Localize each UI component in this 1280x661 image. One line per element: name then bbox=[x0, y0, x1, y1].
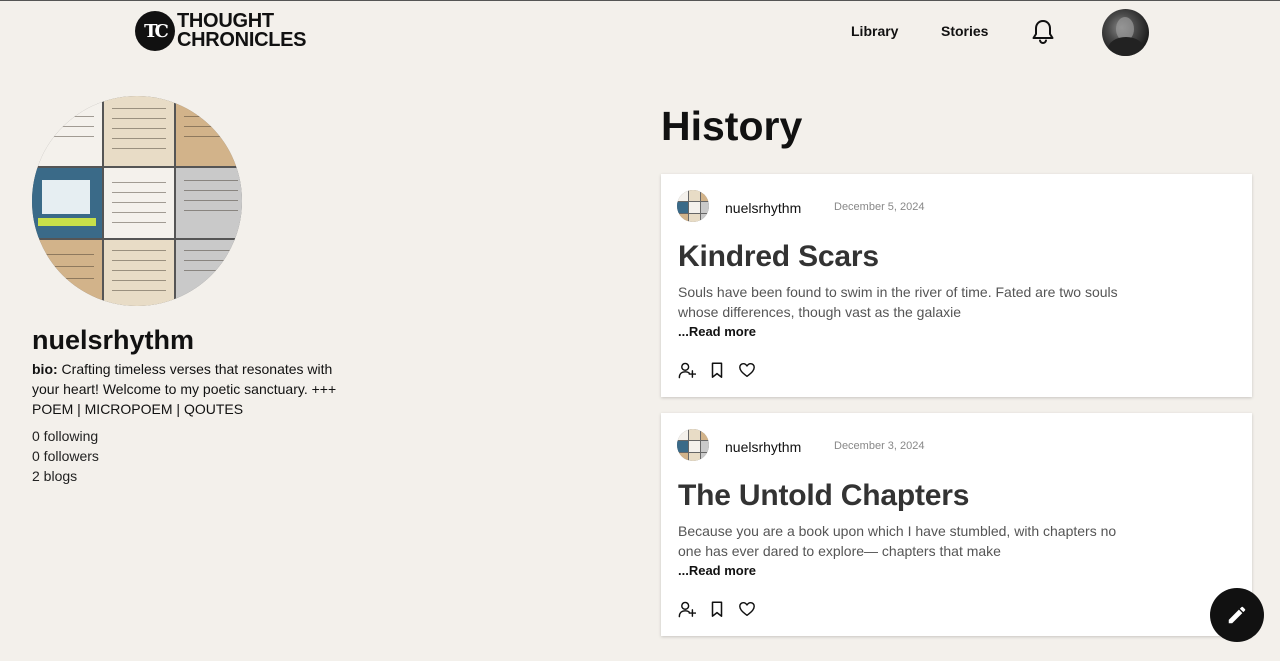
logo-text: THOUGHT CHRONICLES bbox=[177, 11, 307, 51]
card-actions bbox=[678, 600, 756, 618]
nav-library-link[interactable]: Library bbox=[851, 23, 898, 39]
card-excerpt: Because you are a book upon which I have… bbox=[678, 523, 1117, 559]
pencil-icon bbox=[1228, 606, 1246, 624]
profile-bio: bio: Crafting timeless verses that reson… bbox=[32, 359, 342, 419]
nav-stories-link[interactable]: Stories bbox=[941, 23, 988, 39]
add-user-icon[interactable] bbox=[678, 600, 696, 618]
profile-username: nuelsrhythm bbox=[32, 325, 195, 355]
card-author[interactable]: nuelsrhythm bbox=[725, 439, 801, 455]
read-more-link[interactable]: ...Read more bbox=[678, 563, 756, 578]
profile-stats: 0 following 0 followers 2 blogs bbox=[32, 426, 99, 486]
card-actions bbox=[678, 361, 756, 379]
profile-picture bbox=[32, 96, 242, 306]
bio-text: Crafting timeless verses that resonates … bbox=[32, 361, 337, 417]
bio-label: bio: bbox=[32, 361, 58, 377]
card-excerpt: Souls have been found to swim in the riv… bbox=[678, 284, 1118, 320]
user-avatar[interactable] bbox=[1102, 9, 1149, 56]
add-user-icon[interactable] bbox=[678, 361, 696, 379]
logo-line-2: CHRONICLES bbox=[177, 29, 307, 51]
avatar-body bbox=[1108, 37, 1144, 56]
read-more-link[interactable]: ...Read more bbox=[678, 324, 756, 339]
blog-card[interactable]: nuelsrhythm December 3, 2024 The Untold … bbox=[661, 413, 1252, 636]
card-date: December 5, 2024 bbox=[834, 201, 925, 213]
following-count[interactable]: 0 following bbox=[32, 426, 99, 446]
bookmark-icon[interactable] bbox=[708, 600, 726, 618]
logo-mark-icon: TC bbox=[135, 11, 175, 51]
site-logo[interactable]: TC THOUGHT CHRONICLES bbox=[135, 11, 307, 51]
blog-card[interactable]: nuelsrhythm December 5, 2024 Kindred Sca… bbox=[661, 174, 1252, 397]
author-avatar[interactable] bbox=[677, 190, 709, 222]
card-author[interactable]: nuelsrhythm bbox=[725, 200, 801, 216]
followers-count[interactable]: 0 followers bbox=[32, 446, 99, 466]
heart-icon[interactable] bbox=[738, 600, 756, 618]
write-post-button[interactable] bbox=[1210, 588, 1264, 642]
bell-icon[interactable] bbox=[1031, 19, 1055, 45]
card-title[interactable]: The Untold Chapters bbox=[678, 479, 969, 513]
card-date: December 3, 2024 bbox=[834, 440, 925, 452]
author-avatar[interactable] bbox=[677, 429, 709, 461]
top-navbar: TC THOUGHT CHRONICLES Library Stories bbox=[0, 1, 1280, 63]
heart-icon[interactable] bbox=[738, 361, 756, 379]
bookmark-icon[interactable] bbox=[708, 361, 726, 379]
history-heading: History bbox=[661, 103, 803, 149]
card-title[interactable]: Kindred Scars bbox=[678, 240, 879, 274]
blogs-count: 2 blogs bbox=[32, 468, 78, 484]
